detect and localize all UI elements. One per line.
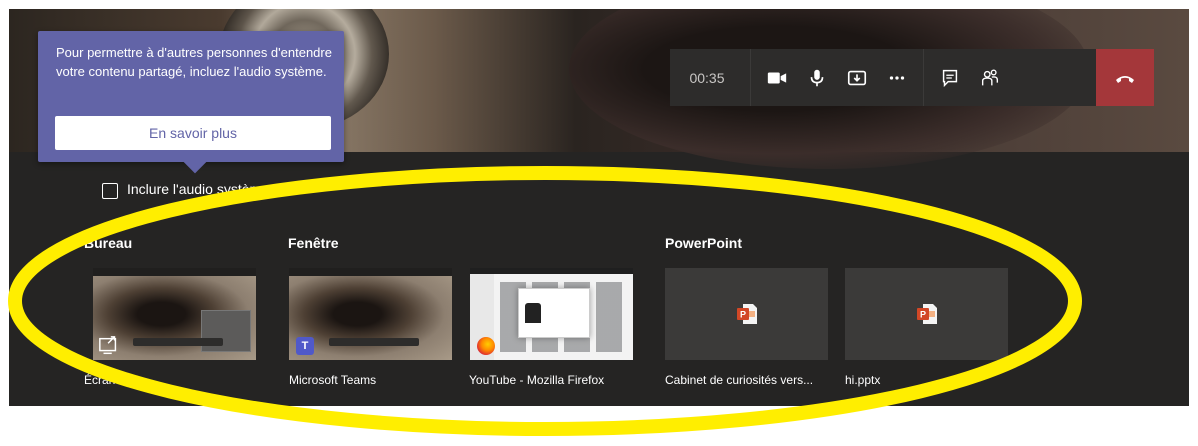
divider bbox=[750, 49, 751, 106]
share-tile-label-teams: Microsoft Teams bbox=[289, 373, 377, 387]
share-tray-icon bbox=[847, 70, 867, 85]
divider bbox=[923, 49, 924, 106]
share-tile-ppt-hi[interactable]: P bbox=[845, 268, 1008, 360]
call-timer: 00:35 bbox=[689, 69, 725, 86]
teams-call-window: 00:35 Pour permettre à d'autres personne… bbox=[9, 9, 1189, 406]
participants-icon bbox=[981, 69, 999, 85]
share-tile-firefox[interactable] bbox=[470, 268, 633, 360]
firefox-icon bbox=[475, 335, 497, 357]
chat-button[interactable] bbox=[930, 49, 970, 106]
svg-text:P: P bbox=[740, 310, 746, 320]
participants-button[interactable] bbox=[970, 49, 1010, 106]
call-control-bar: 00:35 bbox=[670, 49, 1154, 106]
section-title-powerpoint: PowerPoint bbox=[665, 235, 743, 251]
svg-text:P: P bbox=[920, 310, 926, 320]
powerpoint-file-icon: P bbox=[917, 304, 937, 324]
microphone-icon bbox=[810, 69, 824, 86]
share-tile-teams[interactable]: T bbox=[289, 268, 452, 360]
chat-icon bbox=[942, 69, 958, 87]
thumbnail-titlebar bbox=[289, 268, 452, 276]
microphone-button[interactable] bbox=[797, 49, 837, 106]
thumbnail-titlebar bbox=[93, 268, 256, 276]
share-tile-label-screen: Écran n° 1 bbox=[84, 373, 141, 387]
more-options-icon bbox=[889, 75, 905, 80]
camera-icon bbox=[767, 72, 787, 83]
share-tile-label-firefox: YouTube - Mozilla Firefox bbox=[469, 373, 605, 387]
tooltip-arrow bbox=[183, 150, 207, 174]
include-audio-checkbox[interactable] bbox=[102, 183, 118, 199]
camera-button[interactable] bbox=[757, 49, 797, 106]
share-tile-label-ppt-cabinet: Cabinet de curiosités vers... bbox=[665, 373, 814, 387]
thumbnail-toolbar bbox=[133, 338, 223, 346]
more-options-button[interactable] bbox=[877, 49, 917, 106]
learn-more-button[interactable]: En savoir plus bbox=[55, 116, 331, 150]
hang-up-button[interactable] bbox=[1096, 49, 1154, 106]
powerpoint-file-icon: P bbox=[737, 304, 757, 324]
thumbnail-dialog bbox=[518, 288, 590, 338]
tooltip-text: Pour permettre à d'autres personnes d'en… bbox=[56, 45, 332, 79]
share-tile-ppt-cabinet[interactable]: P bbox=[665, 268, 828, 360]
include-audio-label: Inclure l'audio système bbox=[127, 181, 269, 197]
section-title-window: Fenêtre bbox=[288, 235, 339, 251]
share-tile-label-ppt-hi: hi.pptx bbox=[845, 373, 881, 387]
hang-up-icon bbox=[1116, 75, 1134, 83]
section-title-desktop: Bureau bbox=[84, 235, 133, 251]
share-tray-button[interactable] bbox=[837, 49, 877, 106]
audio-tip-popup: Pour permettre à d'autres personnes d'en… bbox=[38, 31, 344, 174]
teams-icon: T bbox=[294, 335, 316, 357]
thumbnail-toolbar bbox=[329, 338, 419, 346]
screen-share-icon bbox=[98, 335, 120, 357]
share-tile-screen[interactable] bbox=[93, 268, 256, 360]
thumbnail-titlebar bbox=[470, 268, 633, 274]
